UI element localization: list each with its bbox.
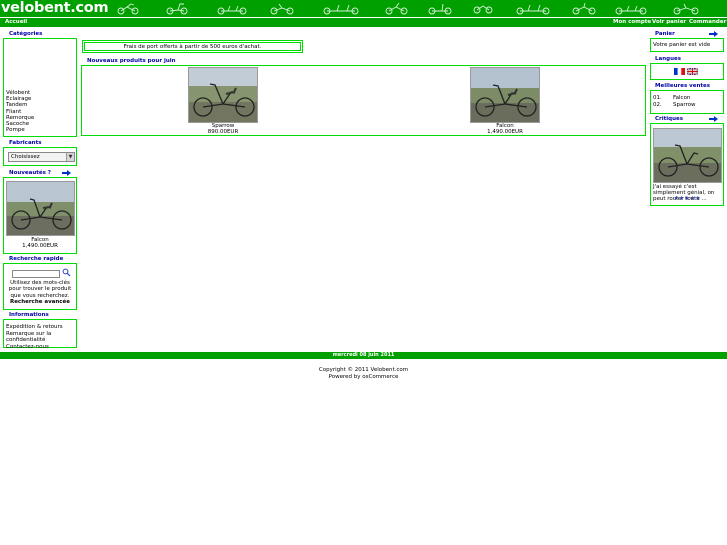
cart-empty-text: Votre panier est vide <box>653 42 711 48</box>
category-item-pompe[interactable]: Pompe <box>6 127 34 133</box>
info-link-contact[interactable]: Contactez-nous <box>6 344 76 351</box>
information-links: Expédition & retours Remarque sur la con… <box>6 324 76 350</box>
review-stars: ★★★★★ <box>673 195 701 202</box>
manufacturers-title: Fabricants <box>9 140 42 146</box>
nav-cart-link[interactable]: Voir panier <box>652 18 686 27</box>
search-input[interactable] <box>12 270 60 278</box>
site-header: velobent.com <box>0 0 727 17</box>
cart-box: Votre panier est vide <box>650 38 724 52</box>
bestseller-rank: 01. <box>653 95 662 101</box>
product-photo-sparrow[interactable] <box>188 67 258 123</box>
bike-banner-icon <box>117 2 699 15</box>
bestseller-name[interactable]: Sparrow <box>673 102 696 108</box>
product-photo-falcon[interactable] <box>6 181 75 236</box>
manufacturers-box: Choisissez ▼ <box>3 147 77 166</box>
manufacturer-select[interactable]: Choisissez ▼ <box>8 152 75 162</box>
info-link-privacy[interactable]: Remarque sur la confidentialité <box>6 331 76 344</box>
site-logo[interactable]: velobent.com <box>1 0 109 17</box>
bestseller-rank: 02. <box>653 102 662 108</box>
whats-new-box: Falcon 1,490.00EUR <box>3 177 77 254</box>
quick-search-title: Recherche rapide <box>9 256 64 262</box>
nav-checkout-link[interactable]: Commander <box>689 18 726 27</box>
product-price-sparrow: 890.00EUR <box>207 129 239 135</box>
information-box: Expédition & retours Remarque sur la con… <box>3 319 77 350</box>
product-price-falcon: 1,490.00EUR <box>487 129 523 135</box>
search-icon[interactable] <box>62 268 71 277</box>
arrow-right-icon[interactable] <box>709 31 718 37</box>
footer-date-bar: mercredi 08 juin 2011 <box>0 352 727 359</box>
category-list: Vélobent Eclairage Tandem Fliant Remorqu… <box>6 90 34 133</box>
bestseller-name[interactable]: Falcon <box>673 95 690 101</box>
nav-account-link[interactable]: Mon compte <box>613 18 651 27</box>
review-product-photo[interactable] <box>653 128 722 183</box>
advanced-search-link[interactable]: Recherche avancée <box>4 299 76 305</box>
search-help-text: Utilisez des mots-clés pour trouver le p… <box>8 280 72 299</box>
new-products-box: Sparrow 890.00EUR Falcon 1,490.00EUR <box>81 65 646 136</box>
quick-search-box: Utilisez des mots-clés pour trouver le p… <box>3 263 77 310</box>
cart-title[interactable]: Panier <box>655 30 675 38</box>
manufacturer-select-value: Choisissez <box>11 154 40 160</box>
chevron-down-icon: ▼ <box>66 153 74 161</box>
arrow-right-icon[interactable] <box>709 116 718 122</box>
footer-text: Copyright © 2011 Velobent.com Powered by… <box>0 367 727 380</box>
product-photo-falcon-main[interactable] <box>470 67 540 123</box>
information-title: Informations <box>9 312 49 318</box>
bestsellers-box: 01. Falcon 02. Sparrow <box>650 90 724 114</box>
shipping-notice-box: Frais de port offerts à partir de 500 eu… <box>82 40 303 53</box>
categories-title: Catégories <box>9 31 43 37</box>
whats-new-title[interactable]: Nouveautés ? <box>9 169 51 177</box>
footer-powered-by[interactable]: Powered by osCommerce <box>0 374 727 381</box>
top-nav-bar: Accueil Mon compte Voir panier Commander <box>0 17 727 27</box>
languages-title: Langues <box>655 56 681 62</box>
flag-uk-icon[interactable] <box>687 68 698 75</box>
reviews-box: J'ai essayé c'est simplement génial, on … <box>650 123 724 206</box>
bestsellers-title: Meilleures ventes <box>655 83 710 89</box>
reviews-title[interactable]: Critiques <box>655 115 683 123</box>
info-link-shipping[interactable]: Expédition & retours <box>6 324 76 331</box>
whats-new-product-price: 1,490.00EUR <box>22 243 58 249</box>
shipping-notice: Frais de port offerts à partir de 500 eu… <box>84 42 301 51</box>
arrow-right-icon[interactable] <box>62 170 71 176</box>
nav-home-link[interactable]: Accueil <box>5 18 27 27</box>
flag-fr-icon[interactable] <box>674 68 685 75</box>
new-products-title: Nouveaux produits pour juin <box>87 58 176 64</box>
categories-box: Vélobent Eclairage Tandem Fliant Remorqu… <box>3 38 77 137</box>
languages-box <box>650 63 724 80</box>
